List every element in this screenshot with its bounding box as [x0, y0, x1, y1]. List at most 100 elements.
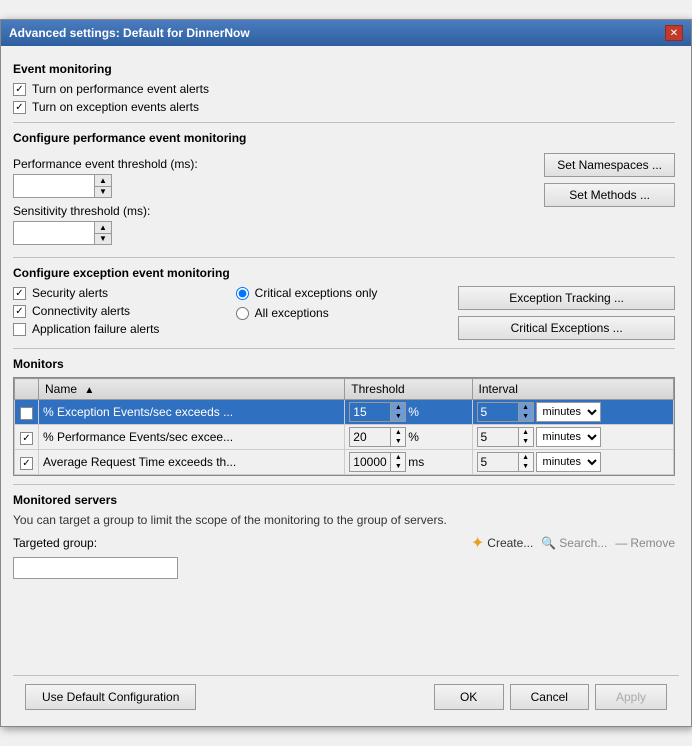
- interval-spin-down[interactable]: ▼: [519, 437, 533, 446]
- ok-button[interactable]: OK: [434, 684, 504, 710]
- interval-spinbox: ▲▼: [477, 427, 534, 447]
- col-interval: Interval: [472, 379, 673, 400]
- remove-group-label: Remove: [630, 536, 675, 550]
- row-threshold: ▲▼%: [345, 400, 472, 425]
- divider-3: [13, 348, 675, 349]
- group-input[interactable]: [13, 557, 178, 579]
- chk-security-label[interactable]: [13, 287, 26, 300]
- exception-buttons-col: Exception Tracking ... Critical Exceptio…: [458, 286, 675, 340]
- title-bar-buttons: ✕: [665, 25, 683, 41]
- group-input-row: [13, 557, 675, 579]
- row-checkbox-cell: [15, 400, 39, 425]
- sensitivity-spinbox-row: 100 ▲ ▼: [13, 221, 536, 245]
- create-group-button[interactable]: ✦ Create...: [471, 533, 533, 553]
- perf-spin-up[interactable]: ▲: [95, 175, 111, 186]
- remove-icon: —: [615, 536, 627, 550]
- interval-input[interactable]: [478, 453, 518, 471]
- threshold-spin-up[interactable]: ▲: [391, 428, 405, 437]
- interval-select[interactable]: minutes: [536, 452, 601, 472]
- remove-group-button[interactable]: — Remove: [615, 536, 675, 550]
- threshold-spinbox: ▲▼: [349, 427, 406, 447]
- threshold-spin-up[interactable]: ▲: [391, 453, 405, 462]
- use-default-button[interactable]: Use Default Configuration: [25, 684, 196, 710]
- set-methods-button[interactable]: Set Methods ...: [544, 183, 675, 207]
- interval-select[interactable]: minutes: [536, 402, 601, 422]
- interval-spin-up[interactable]: ▲: [519, 453, 533, 462]
- threshold-spin-up[interactable]: ▲: [391, 403, 405, 412]
- exception-checkboxes-col: Security alerts Connectivity alerts Appl…: [13, 286, 230, 340]
- chk-security-text: Security alerts: [32, 286, 108, 300]
- sensitivity-spin-down[interactable]: ▼: [95, 233, 111, 244]
- event-monitoring-header: Event monitoring: [13, 62, 675, 76]
- table-row: % Performance Events/sec excee...▲▼%▲▼mi…: [15, 425, 674, 450]
- interval-input[interactable]: [478, 403, 518, 421]
- threshold-input[interactable]: [350, 453, 390, 471]
- chk-appfailure-row: Application failure alerts: [13, 322, 230, 336]
- interval-spin-down[interactable]: ▼: [519, 412, 533, 421]
- row-checkbox[interactable]: [20, 457, 33, 470]
- monitors-thead: Name ▲ Threshold Interval: [15, 379, 674, 400]
- interval-spin-up[interactable]: ▲: [519, 403, 533, 412]
- chk-connectivity-label[interactable]: [13, 305, 26, 318]
- targeted-group-row: Targeted group: ✦ Create... 🔍 Search... …: [13, 533, 675, 553]
- scrollable-content: Event monitoring Turn on performance eve…: [13, 54, 679, 675]
- threshold-cell: ▲▼ms: [349, 452, 467, 472]
- chk-security-row: Security alerts: [13, 286, 230, 300]
- monitors-table-wrapper[interactable]: Name ▲ Threshold Interval % Exception Ev…: [13, 377, 675, 476]
- threshold-unit: %: [408, 430, 419, 444]
- interval-input[interactable]: [478, 428, 518, 446]
- perf-threshold-label: Performance event threshold (ms):: [13, 157, 536, 171]
- threshold-spin-down[interactable]: ▼: [391, 437, 405, 446]
- sensitivity-threshold-input[interactable]: 100: [14, 222, 94, 244]
- sensitivity-spin-up[interactable]: ▲: [95, 222, 111, 233]
- exception-tracking-button[interactable]: Exception Tracking ...: [458, 286, 675, 310]
- chk-appfailure-label[interactable]: [13, 323, 26, 336]
- window-title: Advanced settings: Default for DinnerNow: [9, 26, 250, 40]
- radio-all-row: All exceptions: [236, 306, 453, 320]
- radio-critical-input[interactable]: [236, 287, 249, 300]
- threshold-cell: ▲▼%: [349, 402, 467, 422]
- threshold-input[interactable]: [350, 403, 390, 421]
- divider-1: [13, 122, 675, 123]
- row-interval: ▲▼minutes: [472, 425, 673, 450]
- monitors-header-row: Name ▲ Threshold Interval: [15, 379, 674, 400]
- radio-all-input[interactable]: [236, 307, 249, 320]
- cancel-button[interactable]: Cancel: [510, 684, 589, 710]
- interval-spin-up[interactable]: ▲: [519, 428, 533, 437]
- chk-perf-label[interactable]: [13, 83, 26, 96]
- bottom-right-buttons: OK Cancel Apply: [434, 684, 667, 710]
- interval-select[interactable]: minutes: [536, 427, 601, 447]
- interval-spinbox: ▲▼: [477, 452, 534, 472]
- monitors-section: Monitors Name ▲ Threshold Interva: [13, 357, 675, 476]
- group-actions: ✦ Create... 🔍 Search... — Remove: [471, 533, 675, 553]
- row-checkbox[interactable]: [20, 407, 33, 420]
- threshold-spin-down[interactable]: ▼: [391, 462, 405, 471]
- row-interval: ▲▼minutes: [472, 400, 673, 425]
- apply-button[interactable]: Apply: [595, 684, 667, 710]
- row-threshold: ▲▼ms: [345, 450, 472, 475]
- threshold-input[interactable]: [350, 428, 390, 446]
- critical-exceptions-button[interactable]: Critical Exceptions ...: [458, 316, 675, 340]
- create-group-label: Create...: [487, 536, 533, 550]
- threshold-spin-down[interactable]: ▼: [391, 412, 405, 421]
- search-icon: 🔍: [541, 536, 556, 550]
- set-namespaces-button[interactable]: Set Namespaces ...: [544, 153, 675, 177]
- row-checkbox[interactable]: [20, 432, 33, 445]
- search-group-button[interactable]: 🔍 Search...: [541, 536, 607, 550]
- monitored-servers-description: You can target a group to limit the scop…: [13, 513, 675, 527]
- checkbox-row-perf: Turn on performance event alerts: [13, 82, 675, 96]
- chk-connectivity-text: Connectivity alerts: [32, 304, 130, 318]
- interval-spin-down[interactable]: ▼: [519, 462, 533, 471]
- monitored-servers-section: Monitored servers You can target a group…: [13, 493, 675, 579]
- row-name: Average Request Time exceeds th...: [39, 450, 345, 475]
- perf-spin-down[interactable]: ▼: [95, 186, 111, 197]
- exception-radios-col: Critical exceptions only All exceptions: [236, 286, 453, 320]
- close-button[interactable]: ✕: [665, 25, 683, 41]
- interval-cell: ▲▼minutes: [477, 452, 669, 472]
- col-name[interactable]: Name ▲: [39, 379, 345, 400]
- perf-monitoring-header: Configure performance event monitoring: [13, 131, 675, 145]
- perf-threshold-input[interactable]: 15000: [14, 175, 94, 197]
- exception-grid: Security alerts Connectivity alerts Appl…: [13, 286, 675, 340]
- chk-exc-label[interactable]: [13, 101, 26, 114]
- targeted-group-label: Targeted group:: [13, 536, 97, 550]
